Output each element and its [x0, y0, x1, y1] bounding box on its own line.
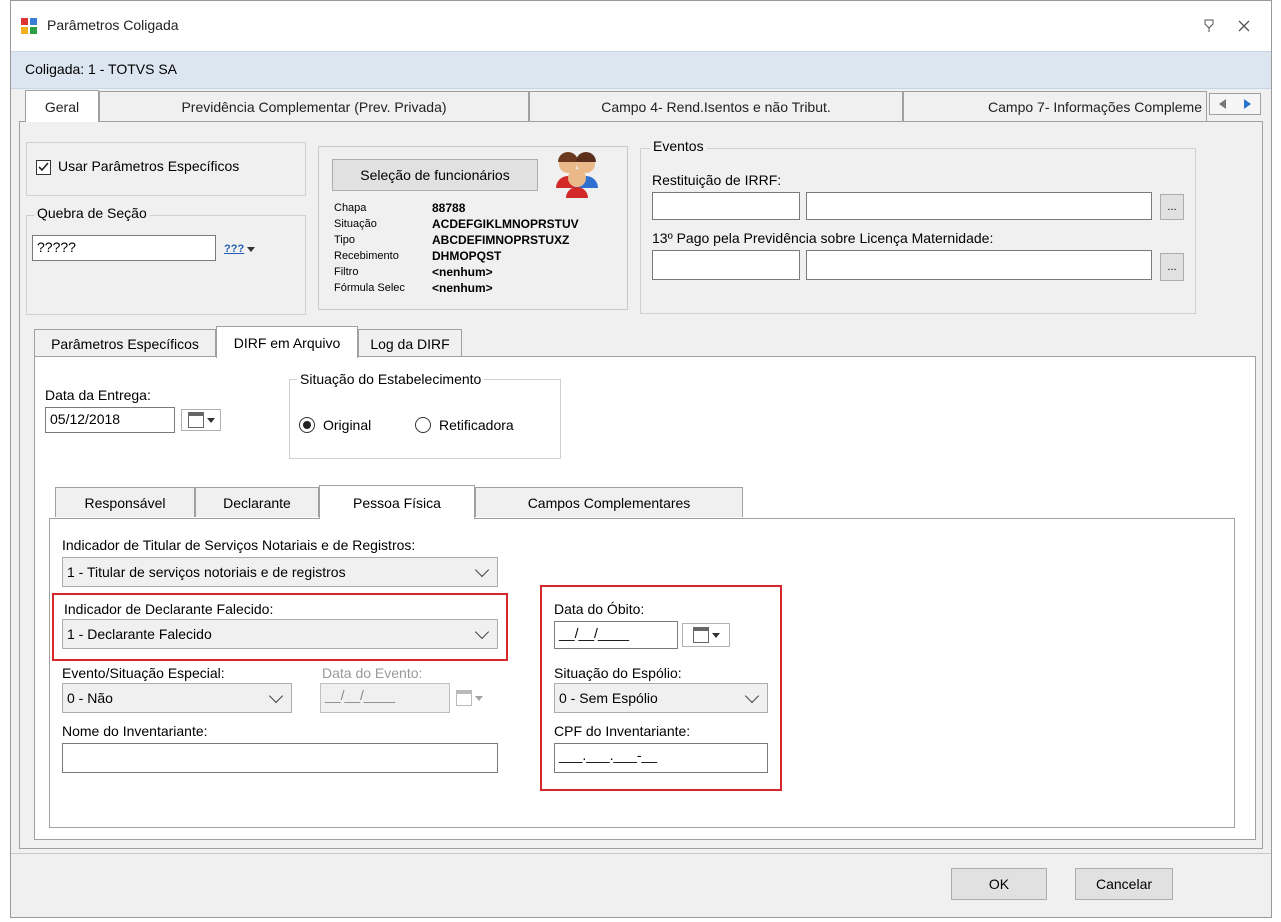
titular-select[interactable]: 1 - Titular de serviços notoriais e de r… — [62, 557, 498, 587]
tab-campo7[interactable]: Campo 7- Informações Compleme — [903, 91, 1207, 121]
obito-label: Data do Óbito: — [554, 601, 645, 617]
decimo-desc-input[interactable] — [806, 250, 1152, 280]
decimo-label: 13º Pago pela Previdência sobre Licença … — [652, 230, 994, 246]
quebra-picker-button[interactable]: ??? — [224, 239, 268, 259]
ok-button[interactable]: OK — [951, 868, 1047, 900]
cpf-label: CPF do Inventariante: — [554, 723, 691, 739]
tab-log-dirf[interactable]: Log da DIRF — [358, 329, 462, 357]
detail-row: Chapa 88788 — [334, 201, 466, 215]
usar-parametros-label: Usar Parâmetros Específicos — [58, 158, 240, 174]
radio-original[interactable] — [299, 417, 315, 433]
calendar-icon — [187, 412, 204, 428]
tab-geral[interactable]: Geral — [25, 90, 99, 122]
dialog-window: Parâmetros Coligada Coligada: 1 - TOTVS … — [10, 0, 1272, 918]
radio-original-label: Original — [323, 417, 372, 433]
pessoa-fisica-panel: Indicador de Titular de Serviços Notaria… — [49, 518, 1235, 828]
detail-row: Tipo ABCDEFIMNOPRSTUXZ — [334, 233, 570, 247]
tab-declarante[interactable]: Declarante — [195, 487, 319, 517]
tab-campos-complementares[interactable]: Campos Complementares — [475, 487, 743, 517]
nome-inventariante-label: Nome do Inventariante: — [62, 723, 208, 739]
chevron-down-icon — [744, 688, 760, 703]
question-icon: ??? — [224, 243, 245, 255]
tab-campo4[interactable]: Campo 4- Rend.Isentos e não Tribut. — [529, 91, 903, 121]
arrow-left-icon[interactable] — [1219, 99, 1226, 109]
quebra-group — [26, 215, 306, 315]
espolio-label: Situação do Espólio: — [554, 665, 682, 681]
detail-row: Recebimento DHMOPQST — [334, 249, 502, 263]
espolio-select[interactable]: 0 - Sem Espólio — [554, 683, 768, 713]
geral-panel: Usar Parâmetros Específicos Quebra de Se… — [19, 121, 1263, 849]
quebra-input[interactable]: ????? — [32, 235, 216, 261]
detail-row: Filtro <nenhum> — [334, 265, 493, 279]
data-entrega-calendar-button[interactable] — [181, 409, 221, 431]
detail-row: Fórmula Selec <nenhum> — [334, 281, 493, 295]
chevron-down-icon — [474, 562, 490, 577]
usar-parametros-checkbox[interactable] — [36, 160, 51, 175]
falecido-select[interactable]: 1 - Declarante Falecido — [62, 619, 498, 649]
decimo-lookup-button[interactable]: ... — [1160, 253, 1184, 281]
obito-calendar-button[interactable] — [682, 623, 730, 647]
coligada-label: Coligada: 1 - TOTVS SA — [25, 61, 177, 77]
evento-select[interactable]: 0 - Não — [62, 683, 292, 713]
chevron-down-icon — [474, 624, 490, 639]
detail-row: Situação ACDEFGIKLMNOPRSTUV — [334, 217, 579, 231]
close-icon[interactable] — [1238, 19, 1250, 32]
calendar-icon — [456, 690, 472, 706]
tab-previdencia[interactable]: Previdência Complementar (Prev. Privada) — [99, 91, 529, 121]
situacao-estab-legend: Situação do Estabelecimento — [297, 371, 485, 387]
app-icon — [21, 18, 37, 34]
window-title: Parâmetros Coligada — [47, 17, 179, 33]
dropdown-arrow-icon — [206, 417, 215, 423]
calendar-icon — [692, 627, 709, 643]
data-evento-input[interactable]: __/__/____ — [320, 683, 450, 713]
restituicao-code-input[interactable] — [652, 192, 800, 220]
decimo-code-input[interactable] — [652, 250, 800, 280]
falecido-label: Indicador de Declarante Falecido: — [64, 601, 274, 617]
restituicao-label: Restituição de IRRF: — [652, 172, 782, 188]
restituicao-lookup-button[interactable]: ... — [1160, 194, 1184, 220]
data-entrega-label: Data da Entrega: — [45, 387, 151, 403]
footer-separator — [11, 853, 1271, 854]
tab-parametros-especificos[interactable]: Parâmetros Específicos — [34, 329, 216, 357]
cancel-button[interactable]: Cancelar — [1075, 868, 1173, 900]
titular-label: Indicador de Titular de Serviços Notaria… — [62, 537, 416, 553]
quebra-legend: Quebra de Seção — [34, 205, 150, 221]
eventos-legend: Eventos — [650, 138, 707, 154]
cpf-input[interactable]: ___.___.___-__ — [554, 743, 768, 773]
obito-input[interactable]: __/__/____ — [554, 621, 678, 649]
selecao-details: Chapa 88788 Situação ACDEFGIKLMNOPRSTUV Ti… — [334, 200, 634, 296]
radio-retificadora[interactable] — [415, 417, 431, 433]
chevron-down-icon — [268, 688, 284, 703]
dropdown-arrow-icon — [711, 632, 720, 638]
dropdown-arrow-icon — [247, 246, 256, 252]
data-entrega-input[interactable]: 05/12/2018 — [45, 407, 175, 433]
tab-dirf-arquivo[interactable]: DIRF em Arquivo — [216, 326, 358, 358]
arrow-right-icon[interactable] — [1244, 99, 1251, 109]
evento-label: Evento/Situação Especial: — [62, 665, 225, 681]
selecao-funcionarios-button[interactable]: Seleção de funcionários — [332, 159, 538, 191]
radio-retificadora-label: Retificadora — [439, 417, 514, 433]
coligada-band — [11, 51, 1271, 89]
tab-pessoa-fisica[interactable]: Pessoa Física — [319, 485, 475, 519]
tab-responsavel[interactable]: Responsável — [55, 487, 195, 517]
users-icon — [552, 152, 602, 200]
data-evento-label: Data do Evento: — [322, 665, 423, 681]
restituicao-desc-input[interactable] — [806, 192, 1152, 220]
restore-icon[interactable] — [1203, 19, 1215, 32]
title-bar: Parâmetros Coligada — [11, 1, 1271, 51]
tab-scroll-buttons[interactable] — [1209, 93, 1261, 115]
data-evento-calendar-button[interactable] — [456, 687, 490, 709]
dropdown-arrow-icon — [475, 695, 483, 701]
dirf-arquivo-panel: Data da Entrega: 05/12/2018 Situação do … — [34, 356, 1256, 840]
nome-inventariante-input[interactable] — [62, 743, 498, 773]
